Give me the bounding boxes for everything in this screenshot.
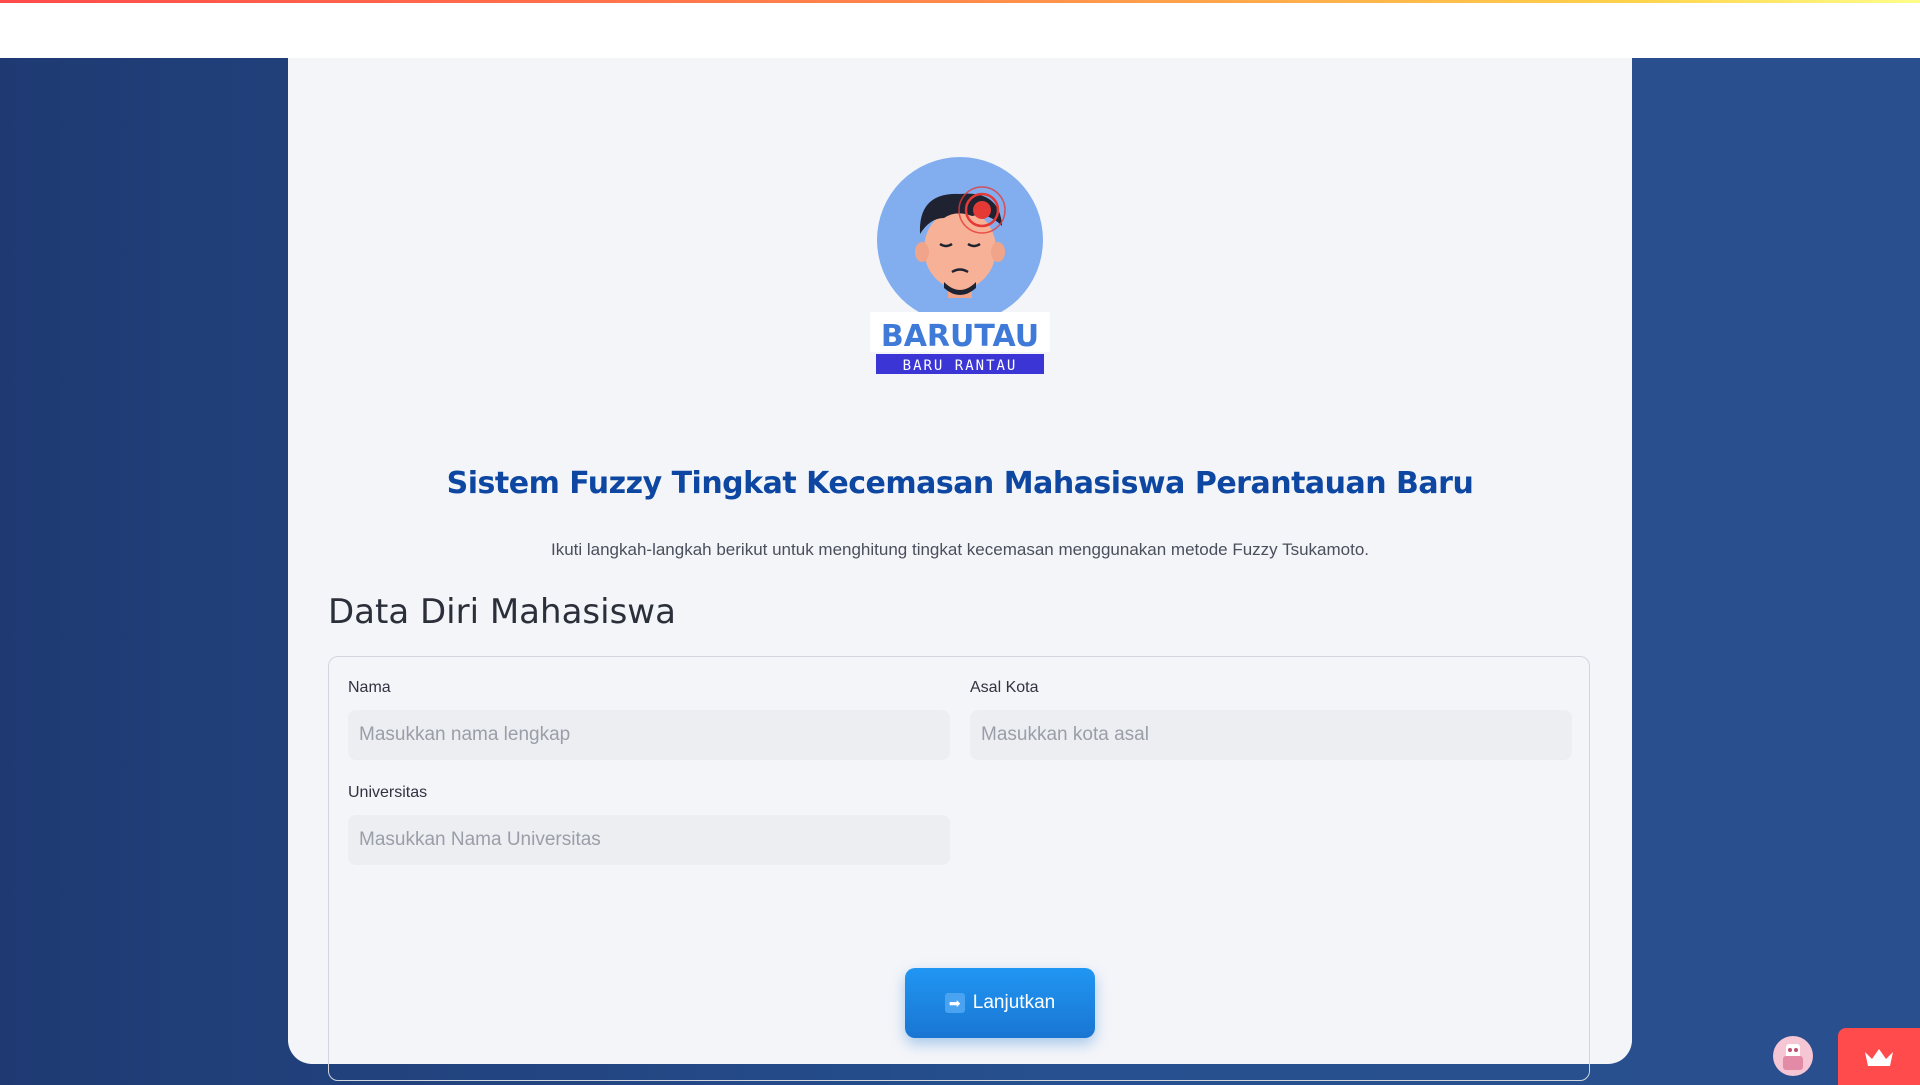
- lanjutkan-button[interactable]: ➡ Lanjutkan: [905, 968, 1095, 1038]
- crown-icon: [1865, 1048, 1893, 1066]
- page-subtitle: Ikuti langkah-langkah berikut untuk meng…: [550, 540, 1370, 559]
- student-data-form: Nama Asal Kota Universitas ➡ Lanjutkan: [328, 656, 1590, 1081]
- barutau-logo: BARUTAU BARU RANTAU: [870, 157, 1050, 374]
- nama-label: Nama: [348, 679, 391, 696]
- asal-kota-input[interactable]: [970, 710, 1572, 760]
- lanjutkan-button-label: Lanjutkan: [972, 992, 1056, 1013]
- universitas-label: Universitas: [348, 784, 428, 801]
- asal-kota-label: Asal Kota: [970, 679, 1039, 696]
- logo-name-text: BARUTAU: [881, 319, 1039, 354]
- main-card: BARUTAU BARU RANTAU Sistem Fuzzy Tingkat…: [288, 58, 1632, 1081]
- arrow-right-icon: ➡: [944, 993, 965, 1013]
- universitas-input[interactable]: [348, 815, 950, 865]
- section-title: Data Diri Mahasiswa: [328, 592, 676, 632]
- logo-tagline-text: BARU RANTAU: [903, 358, 1018, 374]
- nama-input[interactable]: [348, 710, 950, 760]
- page-title: Sistem Fuzzy Tingkat Kecemasan Mahasiswa…: [446, 466, 1474, 501]
- user-avatar-icon[interactable]: [1773, 1036, 1813, 1076]
- header-accent-stripe: [0, 0, 1920, 3]
- app-header: [0, 0, 1920, 58]
- streamlit-badge[interactable]: [1838, 1028, 1920, 1085]
